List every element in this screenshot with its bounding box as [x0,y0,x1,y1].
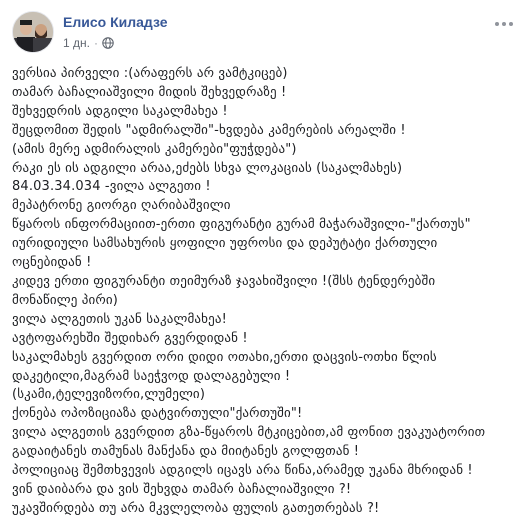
meta-separator: · [93,36,98,50]
post-text: ვერსია პირველი :(არაფერს არ ვამტკიცებ) თა… [12,65,517,519]
post-text-line: ოცნებიდან ! [12,255,92,271]
post-text-line: შეხვედრის ადგილი საკალმახეა ! [12,103,228,119]
avatar-photo-icon [13,12,53,52]
post-text-line: ვერსია პირველი :(არაფერს არ ვამტკიცებ) [12,66,288,81]
post-text-line: (სკამი,ტელევიზორი,ლუმელი) [12,387,206,403]
post-text-line: მონაწილე პირი) [12,292,119,308]
post-text-line: პოლიციაც შემთხვევის ადგილს იცავს არა წინ… [12,463,473,479]
post-text-line: 84.03.34.034 -ვილა ალგეთი ! [12,179,211,195]
post-text-line: დაკეტილი,მაგრამ საეჭვოდ დალაგებული ! [12,368,291,384]
post-header: Елисо Киладзе 1 дн. · [0,0,528,60]
post-text-line: ვინ დაიბარა და ვის შეხვდა თამარ ბაჩალიაშ… [12,481,352,497]
post-text-line: ქონება ოპოზიციაზა დატვირთული"ქართუში"! [12,406,303,422]
post-text-line: მეპატრონე გიორგი ღარიბაშვილი [12,198,231,214]
post-timestamp[interactable]: 1 дн. [63,36,90,50]
post-text-line: ვილა ალგეთის უკან საკალმახეა! [12,311,227,327]
post-text-line: თამარ ბაჩალიაშვილი მიდის შეხვედრაზე ! [12,84,287,100]
post-text-line: ავტოფარეხში შედიხარ გვერდიდან ! [12,330,248,346]
post-text-line: გადაიტანეს თამუნას მანქანა და მიიტანეს გ… [12,444,360,460]
author-name[interactable]: Елисо Киладзе [63,14,168,30]
avatar[interactable] [12,11,54,53]
post-text-line: რაკი ეს ის ადგილი არაა,ეძებს სხვა ლოკაცი… [12,160,403,176]
post-text-line: იურიდიული სამსახურის ყოფილი უფროსი და დე… [12,236,438,252]
post-meta: 1 дн. · [63,36,114,50]
post-text-line: საკალმახეს გვერდით ორი დიდი ოთახი,ერთი დ… [12,349,437,365]
globe-icon[interactable] [102,37,114,49]
post-text-line: (ამის მერე ადმირალის კამერები"ფუჭდება") [12,141,297,157]
post-text-line: წყაროს ინფორმაციით-ერთი ფიგურანტი გურამ … [12,217,471,233]
post-text-line: შეცდომით შედის "ადმირალში"-ხვდება კამერე… [12,122,406,138]
post-text-line: კიდევ ერთი ფიგურანტი თეიმურაზ ჯავახიშვილ… [12,273,436,289]
post-text-line: უკავშირდება თუ არა მკვლელობა ფულის გათეთ… [12,500,380,516]
more-options-icon[interactable] [492,16,516,32]
facebook-post: Елисо Киладзе 1 дн. · ვერსია პირველი :(ა… [0,0,528,528]
post-text-line: ვილა ალგეთის გვერდით გზა-წყაროს მტკიცები… [12,425,486,441]
